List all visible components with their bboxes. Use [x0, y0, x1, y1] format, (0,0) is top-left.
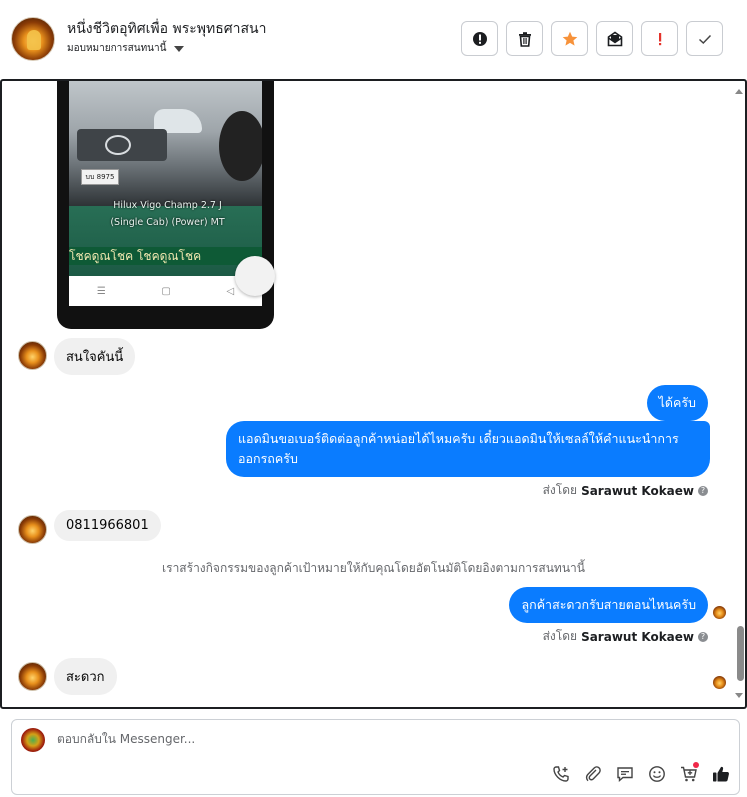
image-message[interactable]: บบ 8975 Hilux Vigo Champ 2.7 J (Single C…: [57, 81, 275, 329]
incoming-message[interactable]: สะดวก: [54, 658, 117, 695]
home-icon: ▢: [161, 285, 171, 297]
help-icon[interactable]: ?: [698, 631, 708, 642]
assign-label: มอบหมายการสนทนานี้: [67, 43, 167, 54]
incoming-message[interactable]: 0811966801: [54, 510, 161, 541]
check-icon: [698, 34, 711, 44]
sent-by-line: ส่งโดย Sarawut Kokaew ?: [543, 481, 708, 500]
exclamation-circle-icon: [472, 31, 487, 46]
composer-tools: [551, 762, 730, 783]
mark-done-button[interactable]: [686, 21, 723, 56]
delete-button[interactable]: [506, 21, 543, 56]
attach-button[interactable]: [583, 764, 602, 783]
mark-unread-button[interactable]: [596, 21, 633, 56]
star-button[interactable]: [551, 21, 588, 56]
message-thread[interactable]: บบ 8975 Hilux Vigo Champ 2.7 J (Single C…: [0, 79, 747, 709]
scrollbar-thumb[interactable]: [737, 626, 744, 681]
trash-icon: [518, 31, 531, 47]
car-model-caption: Hilux Vigo Champ 2.7 J (Single Cab) (Pow…: [75, 197, 260, 231]
outgoing-message[interactable]: ลูกค้าสะดวกรับสายตอนไหนครับ: [509, 587, 708, 623]
outgoing-message[interactable]: ได้ครับ: [646, 385, 708, 421]
car-image: บบ 8975: [69, 81, 262, 206]
envelope-icon: [607, 31, 622, 46]
scroll-up-arrow-icon[interactable]: [735, 89, 743, 94]
page-avatar[interactable]: [11, 17, 55, 61]
car-photo: บบ 8975 Hilux Vigo Champ 2.7 J (Single C…: [69, 81, 262, 276]
sent-by-label: ส่งโดย: [542, 629, 578, 643]
system-message: เราสร้างกิจกรรมของลูกค้าเป้าหมายให้กับคุ…: [162, 561, 585, 575]
avatar[interactable]: [18, 662, 47, 691]
page-name[interactable]: หนึ่งชีวิตอุทิศเพื่อ พระพุทธศาสนา: [67, 18, 266, 40]
menu-icon: ☰: [96, 285, 106, 297]
follow-up-button[interactable]: [641, 21, 678, 56]
phone-plus-icon: [552, 765, 569, 782]
promo-banner: โชคดูณโชค โชคดูณโชค: [69, 247, 262, 265]
back-icon: ◁: [226, 285, 235, 297]
sent-by-line: ส่งโดย Sarawut Kokaew ?: [543, 627, 708, 646]
exclamation-icon: [658, 32, 661, 45]
shop-button[interactable]: [679, 762, 699, 783]
outgoing-message[interactable]: แอดมินขอเบอร์ติดต่อลูกค้าหน่อยได้ไหมครับ…: [226, 421, 710, 477]
seen-avatar-icon: [713, 676, 726, 689]
page-avatar-small: [21, 728, 45, 752]
conversation-actions: [461, 21, 723, 56]
car-model-line-1: Hilux Vigo Champ 2.7 J: [113, 200, 222, 211]
scrollbar[interactable]: [735, 81, 745, 707]
star-icon: [562, 31, 577, 46]
conversation-header: หนึ่งชีวิตอุทิศเพื่อ พระพุทธศาสนา มอบหมา…: [0, 0, 747, 80]
notification-dot: [693, 762, 699, 768]
sender-name[interactable]: Sarawut Kokaew: [581, 630, 694, 644]
help-icon[interactable]: ?: [698, 485, 708, 496]
sent-by-label: ส่งโดย: [542, 483, 578, 497]
reply-composer: [11, 719, 740, 795]
assign-conversation-dropdown[interactable]: มอบหมายการสนทนานี้: [67, 41, 185, 56]
phone-nav-bar: ☰ ▢ ◁: [69, 276, 262, 306]
call-button[interactable]: [551, 764, 570, 783]
thumbs-up-icon: [712, 766, 729, 781]
reply-input[interactable]: [57, 732, 657, 746]
report-spam-button[interactable]: [461, 21, 498, 56]
car-grill-shape: [77, 129, 167, 161]
car-model-line-2: (Single Cab) (Power) MT: [110, 217, 225, 228]
sender-name[interactable]: Sarawut Kokaew: [581, 484, 694, 498]
license-plate: บบ 8975: [81, 169, 119, 185]
avatar[interactable]: [18, 341, 47, 370]
saved-replies-button[interactable]: [615, 764, 634, 783]
incoming-message[interactable]: สนใจคันนี้: [54, 338, 136, 375]
emoji-button[interactable]: [647, 764, 666, 783]
saved-reply-icon: [616, 766, 633, 782]
seen-avatar-icon: [713, 606, 726, 619]
wheel-shape: [219, 111, 262, 181]
paperclip-icon: [585, 765, 601, 781]
emoji-icon: [648, 765, 665, 782]
avatar[interactable]: [18, 515, 47, 544]
floating-button-shape: [235, 256, 275, 296]
like-button[interactable]: [711, 764, 730, 783]
scroll-down-arrow-icon[interactable]: [735, 693, 743, 698]
caret-down-icon: [174, 45, 185, 52]
